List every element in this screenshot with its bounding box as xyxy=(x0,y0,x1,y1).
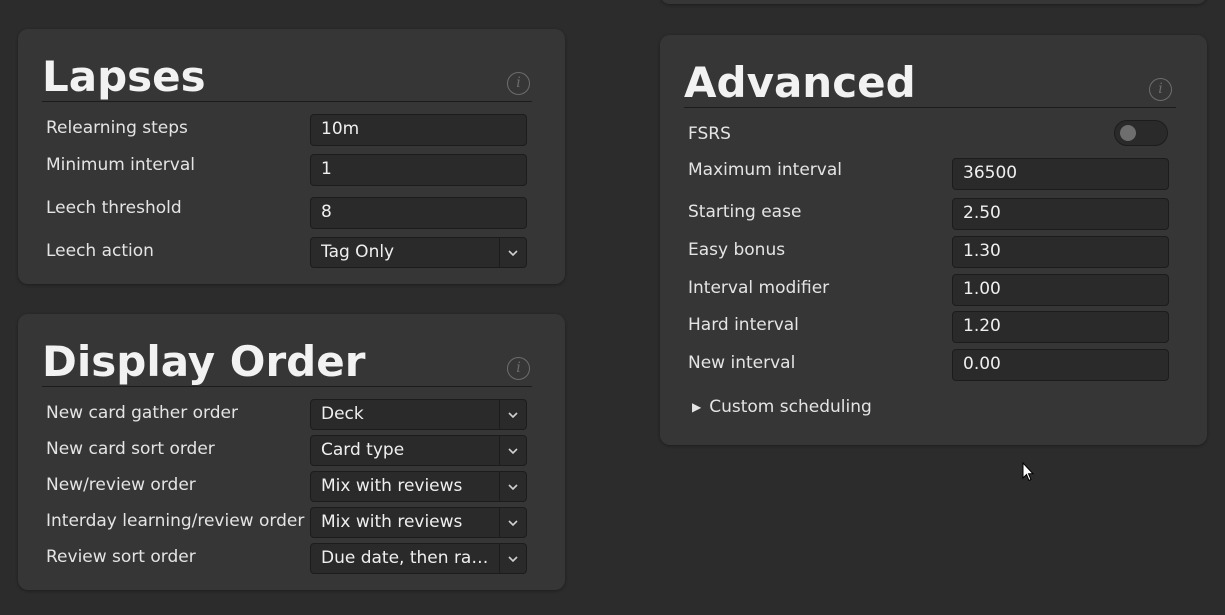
custom-scheduling-disclosure[interactable]: ▶ Custom scheduling xyxy=(692,397,872,417)
chevron-down-icon xyxy=(499,238,526,267)
new-card-sort-order-select[interactable]: Card type xyxy=(310,435,527,466)
leech-action-value: Tag Only xyxy=(321,242,395,262)
new-review-order-label: New/review order xyxy=(46,475,196,495)
maximum-interval-label: Maximum interval xyxy=(688,160,842,180)
easy-bonus-label: Easy bonus xyxy=(688,240,786,260)
lapses-info-icon[interactable]: i xyxy=(507,72,530,95)
new-card-gather-order-select[interactable]: Deck xyxy=(310,399,527,430)
interval-modifier-input[interactable]: 1.00 xyxy=(952,274,1169,306)
review-sort-order-label: Review sort order xyxy=(46,547,196,567)
new-card-gather-order-value: Deck xyxy=(321,404,364,424)
easy-bonus-input[interactable]: 1.30 xyxy=(952,236,1169,268)
interday-learning-review-order-label: Interday learning/review order xyxy=(46,511,305,531)
interday-learning-review-order-value: Mix with reviews xyxy=(321,512,463,532)
review-sort-order-select[interactable]: Due date, then ran... xyxy=(310,543,527,574)
starting-ease-input[interactable]: 2.50 xyxy=(952,198,1169,230)
chevron-down-icon xyxy=(499,472,526,501)
fsrs-toggle-knob xyxy=(1120,125,1136,141)
minimum-interval-input[interactable]: 1 xyxy=(310,154,527,186)
advanced-info-icon[interactable]: i xyxy=(1149,78,1172,101)
hard-interval-label: Hard interval xyxy=(688,315,799,335)
interday-learning-review-order-select[interactable]: Mix with reviews xyxy=(310,507,527,538)
relearning-steps-input[interactable]: 10m xyxy=(310,114,527,146)
hard-interval-input[interactable]: 1.20 xyxy=(952,311,1169,343)
minimum-interval-label: Minimum interval xyxy=(46,155,195,175)
lapses-card: Lapses i Relearning steps 10m Minimum in… xyxy=(18,29,565,284)
new-card-sort-order-value: Card type xyxy=(321,440,405,460)
new-interval-label: New interval xyxy=(688,353,796,373)
maximum-interval-input[interactable]: 36500 xyxy=(952,158,1169,190)
new-card-gather-order-label: New card gather order xyxy=(46,403,238,423)
new-review-order-value: Mix with reviews xyxy=(321,476,463,496)
display-order-card: Display Order i New card gather order De… xyxy=(18,314,565,590)
advanced-title-divider xyxy=(684,107,1176,108)
disclosure-triangle-icon: ▶ xyxy=(692,400,702,414)
chevron-down-icon xyxy=(499,400,526,429)
new-interval-input[interactable]: 0.00 xyxy=(952,349,1169,381)
leech-action-label: Leech action xyxy=(46,241,154,261)
leech-threshold-input[interactable]: 8 xyxy=(310,197,527,229)
chevron-down-icon xyxy=(499,544,526,573)
chevron-down-icon xyxy=(499,436,526,465)
mouse-pointer-icon xyxy=(1022,461,1035,486)
review-sort-order-value: Due date, then ran... xyxy=(321,548,491,568)
starting-ease-label: Starting ease xyxy=(688,202,802,222)
new-review-order-select[interactable]: Mix with reviews xyxy=(310,471,527,502)
fsrs-toggle[interactable] xyxy=(1114,120,1168,146)
lapses-title: Lapses xyxy=(42,52,206,101)
fsrs-label: FSRS xyxy=(688,124,731,144)
lapses-title-divider xyxy=(42,101,532,102)
previous-card-bottom xyxy=(660,0,1207,4)
display-order-title-divider xyxy=(42,386,532,387)
new-card-sort-order-label: New card sort order xyxy=(46,439,215,459)
custom-scheduling-label: Custom scheduling xyxy=(709,397,872,417)
chevron-down-icon xyxy=(499,508,526,537)
display-order-title: Display Order xyxy=(42,337,366,386)
display-order-info-icon[interactable]: i xyxy=(507,357,530,380)
leech-threshold-label: Leech threshold xyxy=(46,198,182,218)
relearning-steps-label: Relearning steps xyxy=(46,118,188,138)
interval-modifier-label: Interval modifier xyxy=(688,278,830,298)
advanced-title: Advanced xyxy=(684,58,916,107)
advanced-card: Advanced i FSRS Maximum interval 36500 S… xyxy=(660,35,1207,445)
leech-action-select[interactable]: Tag Only xyxy=(310,237,527,268)
